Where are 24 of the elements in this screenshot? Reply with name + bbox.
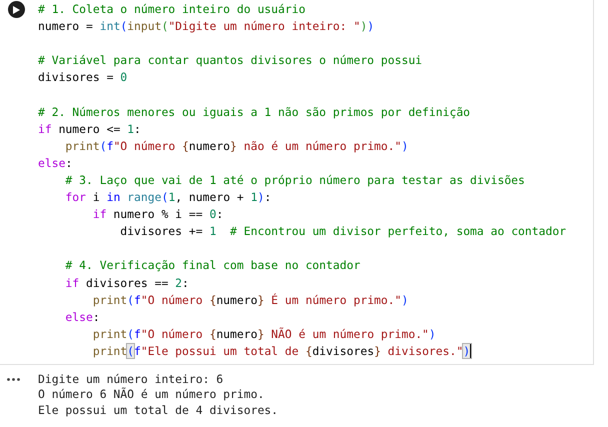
code-line: # 1. Coleta o número inteiro do usuário bbox=[38, 1, 306, 18]
code-line: print(f"Ele possui um total de {divisores} divisores.") bbox=[92, 342, 472, 360]
run-button[interactable] bbox=[8, 1, 24, 18]
output-line: Ele possui um total de 4 divisores. bbox=[38, 402, 278, 418]
code-line: else: bbox=[38, 154, 74, 172]
output-line: O número 6 NÃO é um número primo. bbox=[38, 387, 266, 403]
code-line: # 3. Laço que vai de 1 até o próprio número para testar as divisões bbox=[64, 172, 526, 189]
code-line: # 4. Verificação final com base no contador bbox=[64, 257, 362, 274]
code-line: else: bbox=[64, 308, 101, 326]
code-line: if divisores == 2: bbox=[64, 274, 190, 292]
code-line: print(f"O número {numero} não é um número primo.") bbox=[64, 138, 410, 155]
code-line: # Variável para contar quantos divisores o número possui bbox=[38, 52, 424, 70]
code-line: divisores = 0 bbox=[38, 69, 128, 86]
code-line: print(f"O número {numero} NÃO é um número primo.") bbox=[92, 326, 437, 343]
code-line: for i in range(1, numero + 1): bbox=[64, 189, 272, 206]
output-line: Digite um número inteiro: 6 bbox=[38, 372, 224, 388]
code-line: divisores += 1 # Encontrou um divisor perfeito, soma ao contador bbox=[119, 223, 566, 240]
code-line: numero = int(input("Digite um número inteiro: ")) bbox=[38, 18, 376, 36]
code-line: if numero % i == 0: bbox=[92, 206, 224, 224]
play-icon bbox=[12, 6, 20, 14]
more-icon[interactable] bbox=[6, 378, 20, 381]
code-line: print(f"O número {numero} É um número primo.") bbox=[92, 292, 410, 309]
code-line: if numero <= 1: bbox=[38, 120, 142, 138]
code-line: # 2. Números menores ou iguais a 1 não são primos por definição bbox=[38, 104, 472, 121]
